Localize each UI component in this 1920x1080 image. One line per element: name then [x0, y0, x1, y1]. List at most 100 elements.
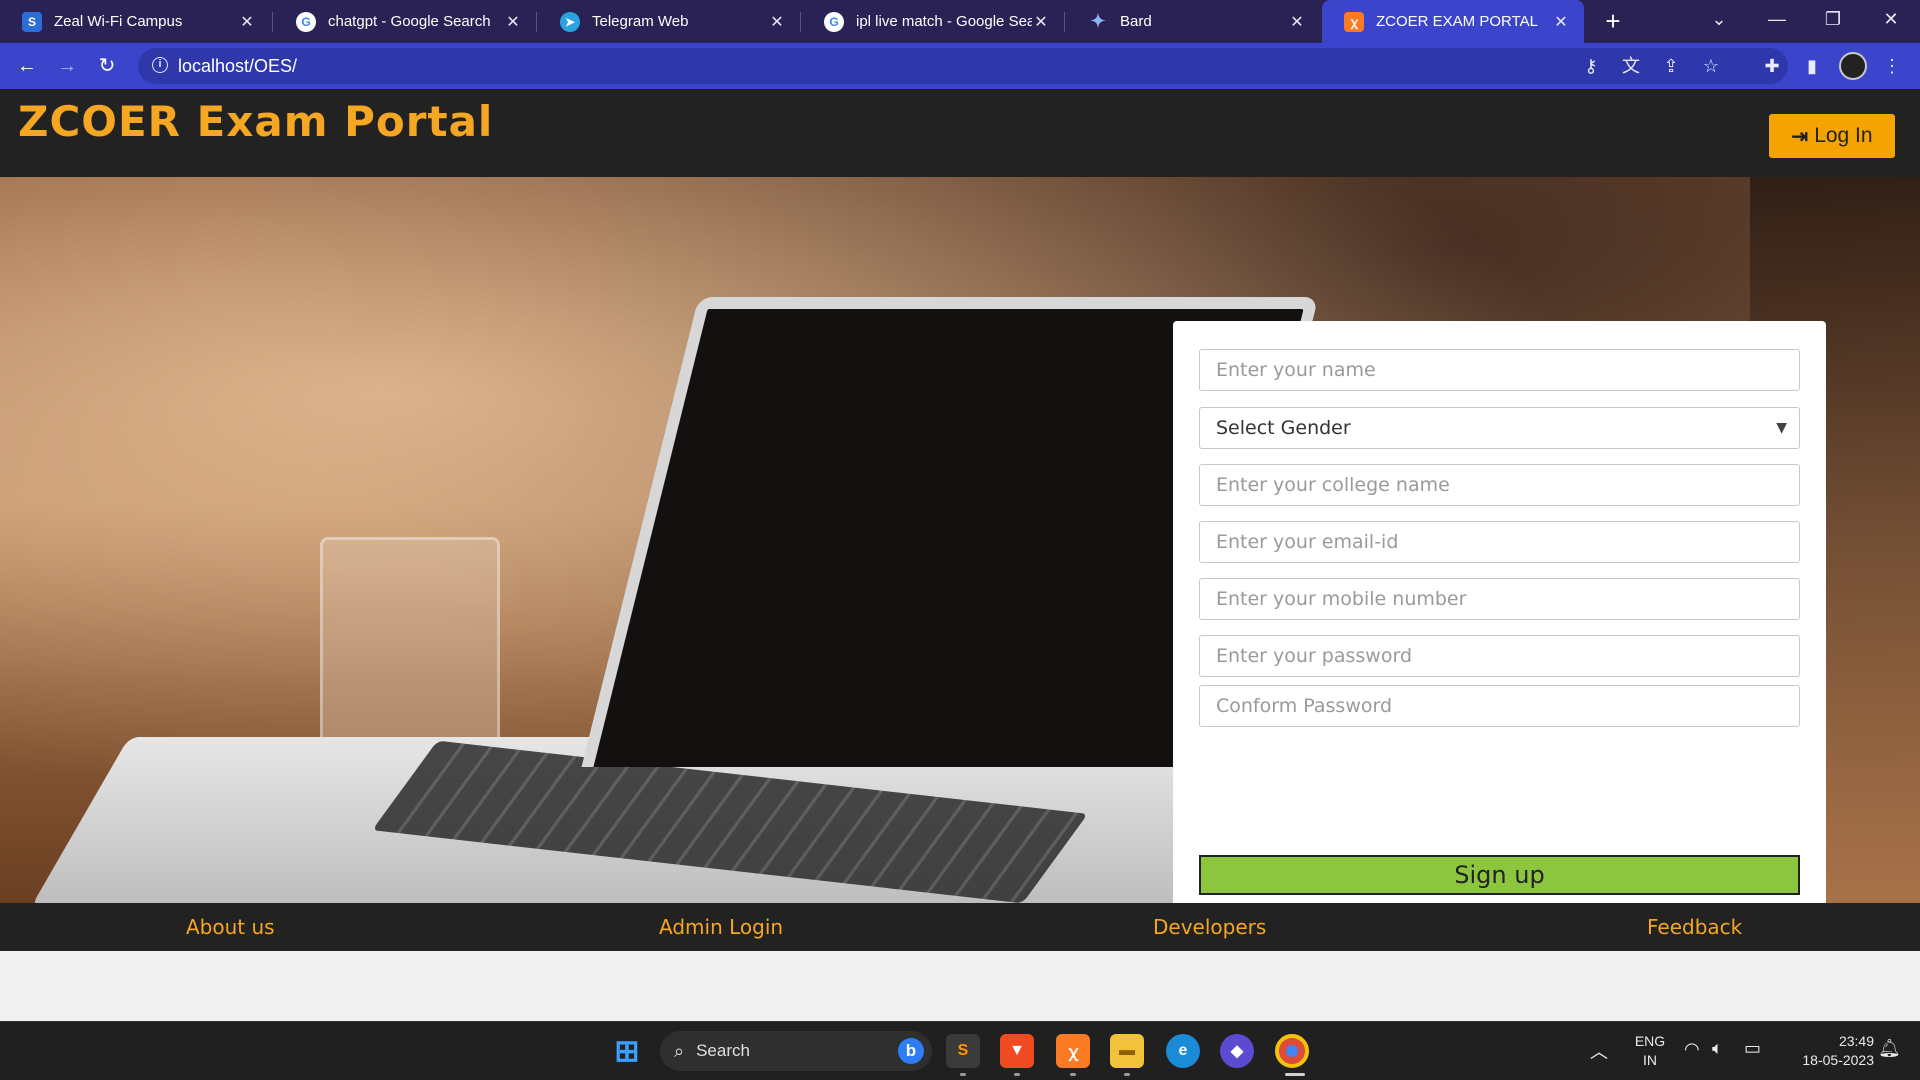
chrome-browser-icon[interactable] [1275, 1034, 1309, 1068]
extensions-puzzle-icon[interactable]: ✚ [1757, 51, 1787, 81]
tab-separator [800, 12, 801, 32]
edge-browser-icon[interactable]: e [1166, 1034, 1200, 1068]
region-code: IN [1643, 1052, 1657, 1068]
tab-title: ipl live match - Google Sear [856, 13, 1032, 30]
close-icon[interactable]: ✕ [1288, 12, 1306, 32]
chevron-down-icon: ▼ [1776, 420, 1787, 436]
tab-telegram-web[interactable]: ➤ Telegram Web ✕ [538, 0, 800, 43]
email-input[interactable]: Enter your email-id [1199, 521, 1800, 563]
footer-link-about-us[interactable]: About us [186, 915, 275, 939]
google-icon: G [824, 11, 844, 32]
translate-icon[interactable]: 文 [1616, 51, 1646, 81]
brave-browser-icon[interactable]: ▼ [1000, 1034, 1034, 1068]
tab-title: Bard [1120, 13, 1152, 30]
footer-link-feedback[interactable]: Feedback [1647, 915, 1742, 939]
windows-start-icon[interactable]: ⊞ [610, 1034, 644, 1068]
tab-title: ZCOER EXAM PORTAL [1376, 13, 1538, 30]
confirm-password-input[interactable]: Conform Password [1199, 685, 1800, 727]
menu-kebab-icon[interactable]: ⋮ [1877, 51, 1907, 81]
gender-select[interactable]: Select Gender ▼ [1199, 407, 1800, 449]
show-hidden-icons-chevron-up-icon[interactable]: ︿ [1590, 1038, 1608, 1064]
close-icon[interactable]: ✕ [1552, 12, 1570, 32]
tab-chatgpt-search[interactable]: G chatgpt - Google Search ✕ [274, 0, 536, 43]
login-label: Log In [1814, 124, 1873, 147]
sublime-text-icon[interactable]: S [946, 1034, 980, 1068]
bard-sparkle-icon: ✦ [1090, 11, 1106, 31]
site-footer: About us Admin Login Developers Feedback [0, 903, 1920, 951]
site-info-icon[interactable]: i [152, 57, 168, 73]
restore-button[interactable]: ❐ [1808, 0, 1858, 40]
password-input[interactable]: Enter your password [1199, 635, 1800, 677]
clock[interactable]: 23:49 18-05-2023 [1782, 1032, 1874, 1070]
running-indicator [960, 1073, 966, 1076]
running-indicator [1070, 1073, 1076, 1076]
close-icon[interactable]: ✕ [504, 12, 522, 32]
tab-bard[interactable]: ✦ Bard ✕ [1066, 0, 1320, 43]
close-icon[interactable]: ✕ [768, 12, 786, 32]
taskbar-search[interactable]: ⌕ Search b [660, 1031, 932, 1071]
footer-link-developers[interactable]: Developers [1153, 915, 1266, 939]
forward-button[interactable]: → [52, 51, 82, 81]
sign-in-icon: ⇥ [1791, 125, 1809, 148]
language-code: ENG [1634, 1033, 1666, 1049]
side-panel-icon[interactable]: ▮ [1797, 51, 1827, 81]
copilot-icon[interactable]: ◆ [1220, 1034, 1254, 1068]
back-button[interactable]: ← [12, 51, 42, 81]
share-icon[interactable]: ⇪ [1656, 51, 1686, 81]
reload-button[interactable]: ↻ [92, 51, 122, 81]
clock-date: 18-05-2023 [1802, 1052, 1874, 1068]
search-icon: ⌕ [674, 1040, 685, 1061]
running-indicator [1124, 1073, 1130, 1076]
name-input[interactable]: Enter your name [1199, 349, 1800, 391]
college-input[interactable]: Enter your college name [1199, 464, 1800, 506]
profile-avatar[interactable] [1839, 52, 1867, 80]
tab-title: Telegram Web [592, 13, 689, 30]
close-icon[interactable]: ✕ [238, 12, 256, 32]
wifi-icon[interactable]: ◠ [1684, 1039, 1700, 1060]
file-explorer-icon[interactable]: ▬ [1110, 1034, 1144, 1068]
zeal-s-icon: S [22, 11, 42, 32]
tab-separator [272, 12, 273, 32]
clock-time: 23:49 [1838, 1033, 1874, 1049]
browser-toolbar: ← → ↻ i localhost/OES/ ⚷ 文 ⇪ ☆ ✚ ▮ ⋮ [0, 43, 1920, 89]
minimize-button[interactable]: — [1752, 0, 1802, 40]
new-tab-button[interactable]: + [1598, 6, 1628, 36]
windows-taskbar: ⊞ ⌕ Search b S ▼ ꭓ ▬ e ◆ ︿ ENG IN ◠ 🔈︎ ▭… [0, 1021, 1920, 1080]
site-header: ZCOER Exam Portal ⇥ Log In [0, 89, 1920, 177]
volume-muted-icon[interactable]: 🔈︎ [1712, 1038, 1723, 1059]
gender-select-value: Select Gender [1216, 417, 1351, 439]
login-button[interactable]: ⇥ Log In [1769, 114, 1895, 158]
tab-ipl-search[interactable]: G ipl live match - Google Sear ✕ [802, 0, 1064, 43]
telegram-icon: ➤ [560, 11, 580, 32]
tab-search-icon[interactable]: ⌄ [1694, 0, 1744, 40]
tab-title: chatgpt - Google Search [328, 13, 491, 30]
language-indicator[interactable]: ENG IN [1626, 1032, 1674, 1070]
tab-separator [1064, 12, 1065, 32]
window-close-button[interactable]: ✕ [1866, 0, 1916, 40]
address-bar[interactable]: i localhost/OES/ ⚷ 文 ⇪ ☆ [138, 48, 1788, 84]
tab-separator [536, 12, 537, 32]
password-key-icon[interactable]: ⚷ [1576, 51, 1606, 81]
browser-tab-bar: S Zeal Wi-Fi Campus ✕ G chatgpt - Google… [0, 0, 1920, 43]
xampp-icon: ꭓ [1344, 11, 1364, 32]
page: ZCOER Exam Portal ⇥ Log In Enter your na… [0, 89, 1920, 1021]
bookmark-star-icon[interactable]: ☆ [1696, 51, 1726, 81]
battery-icon[interactable]: ▭ [1744, 1038, 1761, 1059]
footer-link-admin-login[interactable]: Admin Login [659, 915, 783, 939]
tab-zeal-wifi[interactable]: S Zeal Wi-Fi Campus ✕ [0, 0, 270, 43]
google-icon: G [296, 11, 316, 32]
mobile-input[interactable]: Enter your mobile number [1199, 578, 1800, 620]
active-indicator [1285, 1073, 1305, 1076]
close-icon[interactable]: ✕ [1032, 12, 1050, 32]
signup-button[interactable]: Sign up [1199, 855, 1800, 895]
site-title: ZCOER Exam Portal [18, 97, 494, 146]
tab-title: Zeal Wi-Fi Campus [54, 13, 183, 30]
taskbar-search-label: Search [696, 1041, 750, 1060]
tab-zcoer-exam-portal[interactable]: ꭓ ZCOER EXAM PORTAL ✕ [1322, 0, 1584, 43]
notifications-icon[interactable]: 🔔︎ [1878, 1038, 1901, 1059]
xampp-icon[interactable]: ꭓ [1056, 1034, 1090, 1068]
bing-icon: b [898, 1038, 924, 1064]
hero-background-image: Enter your name Select Gender ▼ Enter yo… [0, 177, 1920, 903]
signup-form: Enter your name Select Gender ▼ Enter yo… [1173, 321, 1826, 903]
running-indicator [1014, 1073, 1020, 1076]
